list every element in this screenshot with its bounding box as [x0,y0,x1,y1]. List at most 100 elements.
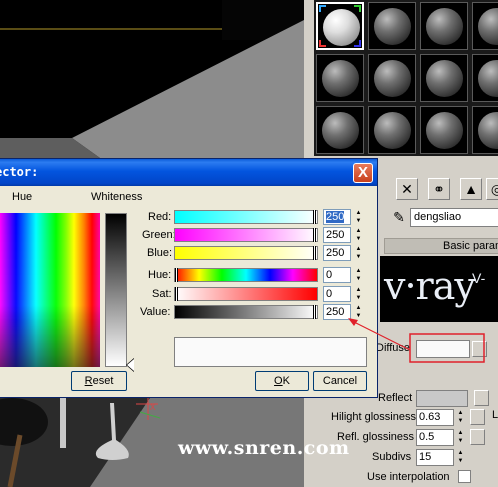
material-sphere [374,8,411,45]
spinner-icon[interactable]: ▲ ▼ [456,449,465,466]
material-slot[interactable] [368,2,416,50]
blue-label: Blue: [147,247,173,259]
material-slot[interactable] [472,106,498,154]
blue-input[interactable]: 250 [323,245,351,261]
eyedropper-icon[interactable]: ✎ [388,207,410,229]
material-sphere [426,60,463,97]
diffuse-label: Diffuse [376,342,411,354]
material-sphere [322,60,359,97]
whiteness-label: Whiteness [91,191,143,203]
subdivs-input[interactable]: 15 [416,449,454,466]
reflect-map-button[interactable] [474,390,489,406]
refl-map-button[interactable] [470,429,485,445]
value-label: Value: [140,306,171,318]
color-selector-dialog: ector: X Hue Whiteness Red: 250 ▲▼ Green… [0,158,378,398]
dialog-titlebar[interactable]: ector: X [0,159,377,186]
spinner-icon[interactable]: ▲ ▼ [354,286,363,302]
slider-marker[interactable] [313,305,316,319]
delete-icon[interactable]: ✕ [396,178,418,200]
sat-input[interactable]: 0 [323,286,351,302]
material-link-icon[interactable]: ⚭ [428,178,450,200]
ok-label: K [282,375,290,387]
diffuse-color-swatch[interactable] [416,340,470,358]
spinner-icon[interactable]: ▲ ▼ [456,429,465,446]
material-name-input[interactable]: dengsliao [410,208,498,227]
slider-marker[interactable] [313,246,316,260]
hilight-lock-button[interactable] [470,409,485,425]
whiteness-pointer[interactable] [127,359,134,371]
whiteness-slider[interactable] [105,213,127,367]
spinner-icon[interactable]: ▲ ▼ [354,245,363,261]
ok-button[interactable]: OK [255,371,309,391]
vray-logo-suffix: V- [472,270,486,286]
spinner-icon[interactable]: ▲ ▼ [456,409,465,426]
material-sphere [478,112,498,149]
dialog-title: ector: [0,165,39,179]
slider-marker[interactable] [175,287,178,301]
rollout-basic-params[interactable]: Basic param [384,238,498,254]
close-icon[interactable]: X [353,163,373,183]
color-preview-swatch [174,337,367,367]
value-slider[interactable] [174,305,318,319]
reset-mnemonic: R [84,375,93,387]
slider-marker[interactable] [175,268,178,282]
spinner-icon[interactable]: ▲ ▼ [354,267,363,283]
l-label: L [492,409,498,421]
value-input[interactable]: 250 [323,304,351,320]
slider-marker[interactable] [313,210,316,224]
toolbar-button[interactable]: ◎ [486,178,498,200]
hilight-glossiness-label: Hilight glossiness [331,411,416,423]
reflect-label: Reflect [378,392,413,404]
reset-label: eset [92,375,114,387]
ok-mnemonic: O [274,375,283,387]
material-slot-active[interactable] [316,2,364,50]
material-sphere [374,60,411,97]
red-label: Red: [148,211,172,223]
material-slot[interactable] [472,2,498,50]
material-slot[interactable] [472,54,498,102]
hilight-glossiness-input[interactable]: 0.63 [416,409,454,426]
blue-slider[interactable] [174,246,318,260]
material-slot[interactable] [368,106,416,154]
sat-label: Sat: [152,288,172,300]
hue-shade-overlay [0,213,100,367]
watermark: www.snren.com [178,437,350,459]
vray-logo: v·ray V- [380,256,498,322]
material-slot[interactable] [420,2,468,50]
hue-label: Hue [12,191,33,203]
material-sphere [322,112,359,149]
reflect-color-swatch[interactable] [416,390,468,407]
material-slot[interactable] [420,54,468,102]
material-sphere [426,112,463,149]
green-label: Green: [142,229,176,241]
green-input[interactable]: 250 [323,227,351,243]
spinner-icon[interactable]: ▲ ▼ [354,304,363,320]
slider-marker[interactable] [313,228,316,242]
refl-glossiness-input[interactable]: 0.5 [416,429,454,446]
red-input[interactable]: 250 [323,209,351,225]
hue-blackness-picker[interactable] [0,213,100,367]
slot-corner-marker [319,40,326,47]
hue-input[interactable]: 0 [323,267,351,283]
green-slider[interactable] [174,228,318,242]
material-slots [314,0,498,156]
material-map-icon[interactable]: ▲ [460,178,482,200]
material-slot[interactable] [420,106,468,154]
use-interpolation-checkbox[interactable] [458,470,471,483]
material-slot[interactable] [368,54,416,102]
reset-button[interactable]: Reset [71,371,127,391]
hue-row-label: Hue: [148,269,172,281]
material-slot[interactable] [316,54,364,102]
sat-slider[interactable] [174,287,318,301]
material-sphere [478,8,498,45]
cancel-button[interactable]: Cancel [313,371,367,391]
diffuse-map-button[interactable] [472,341,487,357]
vray-logo-text: v·ray [384,264,476,308]
material-slot[interactable] [316,106,364,154]
hue-slider[interactable] [174,268,318,282]
spinner-icon[interactable]: ▲ ▼ [354,209,363,225]
red-slider[interactable] [174,210,318,224]
slot-corner-marker [354,40,361,47]
spinner-icon[interactable]: ▲ ▼ [354,227,363,243]
subdivs-label: Subdivs [372,451,412,463]
